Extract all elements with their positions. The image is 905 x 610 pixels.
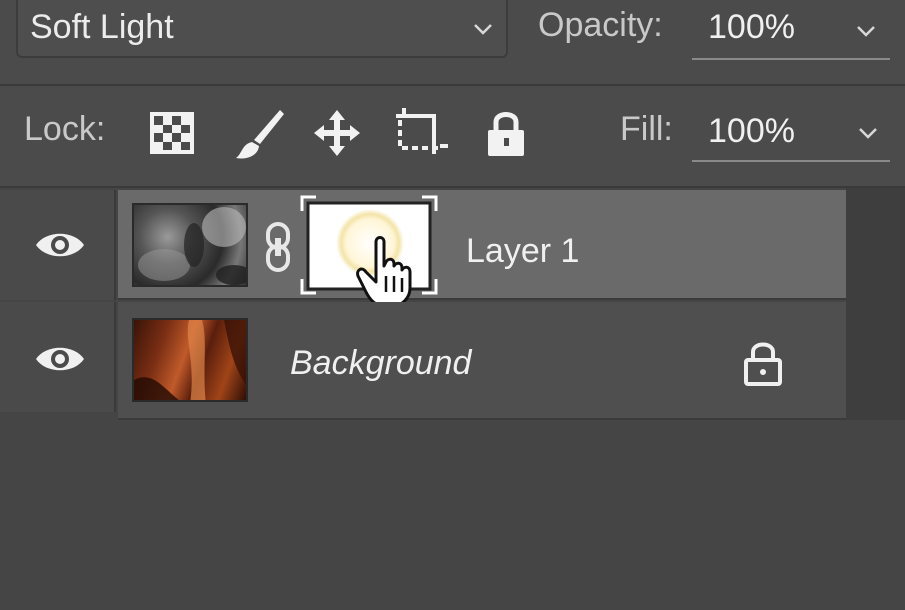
eye-icon[interactable]: [34, 230, 86, 260]
hand-cursor-icon: [356, 236, 412, 308]
move-arrows-icon[interactable]: [312, 108, 362, 158]
chevron-down-icon[interactable]: [857, 122, 879, 144]
chevron-down-icon[interactable]: [472, 18, 494, 40]
blend-mode-value: Soft Light: [30, 8, 174, 46]
opacity-field[interactable]: 100%: [708, 8, 795, 47]
artboard-icon[interactable]: [394, 106, 450, 156]
layer-name[interactable]: Background: [290, 344, 471, 383]
fill-field[interactable]: 100%: [708, 112, 795, 151]
layer-thumbnail[interactable]: [132, 203, 248, 287]
fill-label: Fill:: [620, 110, 673, 148]
fill-underline: [692, 160, 890, 162]
padlock-icon[interactable]: [484, 108, 528, 158]
eye-icon[interactable]: [34, 344, 86, 374]
brush-icon[interactable]: [232, 106, 286, 162]
checkerboard-icon[interactable]: [150, 112, 194, 154]
background-thumbnail[interactable]: [132, 318, 248, 402]
padlock-icon[interactable]: [742, 340, 784, 386]
link-chain-icon[interactable]: [262, 222, 294, 272]
layer-name[interactable]: Layer 1: [466, 232, 579, 271]
opacity-label: Opacity:: [538, 6, 663, 44]
opacity-underline: [692, 58, 890, 60]
chevron-down-icon[interactable]: [855, 20, 877, 42]
lock-label: Lock:: [24, 110, 106, 148]
layers-scroll-area: [846, 188, 905, 420]
